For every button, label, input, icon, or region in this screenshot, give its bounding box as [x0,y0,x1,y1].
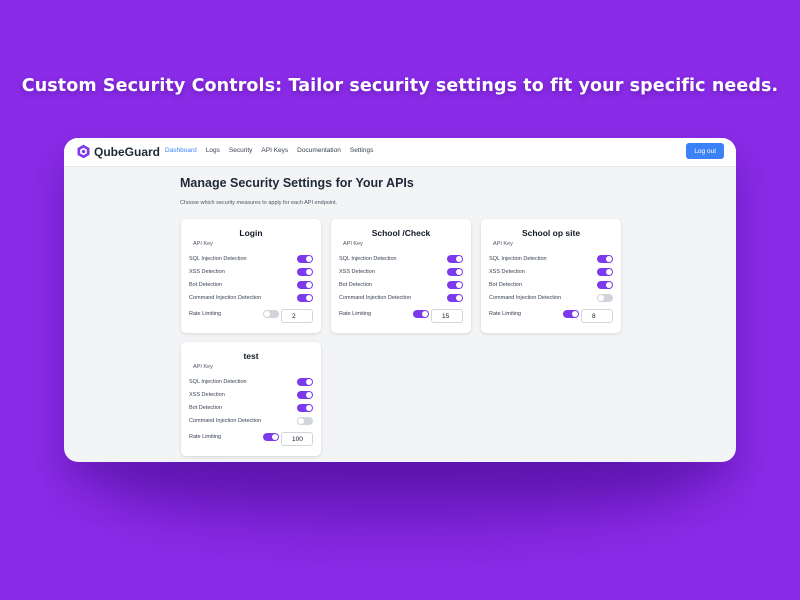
nav-settings[interactable]: Settings [350,147,374,154]
toggle-knob [606,269,612,275]
command-injection-toggle[interactable] [297,417,313,425]
bot-label: Bot Detection [489,282,523,288]
bot-toggle[interactable] [297,281,313,289]
toggle-knob [598,295,604,301]
rate-limit-input[interactable] [281,432,313,446]
endpoint-name: School /Check [371,228,431,238]
toggle-knob [306,392,312,398]
toggle-knob [272,434,278,440]
command-injection-label: Command Injection Detection [489,295,562,301]
top-navbar: QubeGuard Dashboard Logs Security API Ke… [64,138,736,167]
xss-toggle[interactable] [597,268,613,276]
qube-logo-icon [77,144,90,159]
rate-limiting-label: Rate Limiting [189,434,222,440]
xss-label: XSS Detection [339,269,375,275]
rate-limiting-label: Rate Limiting [489,311,522,317]
toggle-knob [422,311,428,317]
nav-documentation[interactable]: Documentation [297,147,341,154]
nav-api-keys[interactable]: API Keys [261,147,288,154]
bot-label: Bot Detection [189,282,223,288]
bot-toggle[interactable] [447,281,463,289]
endpoint-card: test API Key SQL Injection Detection XSS De… [181,342,321,456]
nav-dashboard[interactable]: Dashboard [165,147,197,154]
command-injection-toggle[interactable] [447,294,463,302]
toggle-knob [298,418,304,424]
bot-toggle[interactable] [597,281,613,289]
toggle-knob [456,295,462,301]
toggle-knob [306,405,312,411]
sql-injection-label: SQL Injection Detection [189,379,247,385]
endpoint-card: School /Check API Key SQL Injection Detect… [331,219,471,333]
rate-limit-input[interactable] [431,309,463,323]
endpoint-name: Login [239,228,263,238]
brand-name: QubeGuard [94,144,161,159]
page-description: Choose which security measures to apply … [180,200,338,206]
nav-logs[interactable]: Logs [206,147,220,154]
app-window: QubeGuard Dashboard Logs Security API Ke… [64,138,736,462]
sql-injection-label: SQL Injection Detection [189,256,247,262]
command-injection-toggle[interactable] [297,294,313,302]
rate-limiting-toggle[interactable] [563,310,579,318]
sql-injection-toggle[interactable] [447,255,463,263]
rate-limit-input[interactable] [281,309,313,323]
toggle-knob [456,256,462,262]
xss-label: XSS Detection [189,269,225,275]
xss-label: XSS Detection [189,392,225,398]
nav-security[interactable]: Security [229,147,252,154]
toggle-knob [306,379,312,385]
sql-injection-toggle[interactable] [597,255,613,263]
toggle-knob [306,256,312,262]
rate-limiting-toggle[interactable] [263,433,279,441]
sql-injection-toggle[interactable] [297,255,313,263]
api-key-label: API Key [343,241,363,247]
bot-toggle[interactable] [297,404,313,412]
toggle-knob [606,282,612,288]
sql-injection-label: SQL Injection Detection [489,256,547,262]
endpoint-card: School op site API Key SQL Injection Detec… [481,219,621,333]
api-key-label: API Key [493,241,513,247]
nav-links: Dashboard Logs Security API Keys Documen… [165,147,382,154]
endpoint-name: School op site [521,228,581,238]
page-title: Manage Security Settings for Your APIs [180,176,414,190]
xss-toggle[interactable] [297,268,313,276]
endpoint-card: Login API Key SQL Injection Detection XSS D… [181,219,321,333]
toggle-knob [456,269,462,275]
toggle-knob [606,256,612,262]
toggle-knob [306,282,312,288]
endpoint-name: test [243,351,259,361]
toggle-knob [264,311,270,317]
bot-label: Bot Detection [339,282,373,288]
toggle-knob [306,295,312,301]
brand[interactable]: QubeGuard [76,144,160,159]
command-injection-label: Command Injection Detection [189,295,262,301]
rate-limiting-toggle[interactable] [263,310,279,318]
command-injection-label: Command Injection Detection [339,295,412,301]
xss-toggle[interactable] [297,391,313,399]
xss-label: XSS Detection [489,269,525,275]
rate-limiting-label: Rate Limiting [339,311,372,317]
rate-limiting-label: Rate Limiting [189,311,222,317]
sql-injection-toggle[interactable] [297,378,313,386]
sql-injection-label: SQL Injection Detection [339,256,397,262]
toggle-knob [306,269,312,275]
logout-button[interactable]: Log out [686,143,724,159]
rate-limit-input[interactable] [581,309,613,323]
api-key-label: API Key [193,241,213,247]
command-injection-toggle[interactable] [597,294,613,302]
api-key-label: API Key [193,364,213,370]
headline: Custom Security Controls: Tailor securit… [21,76,779,96]
command-injection-label: Command Injection Detection [189,418,262,424]
xss-toggle[interactable] [447,268,463,276]
toggle-knob [456,282,462,288]
bot-label: Bot Detection [189,405,223,411]
rate-limiting-toggle[interactable] [413,310,429,318]
toggle-knob [572,311,578,317]
